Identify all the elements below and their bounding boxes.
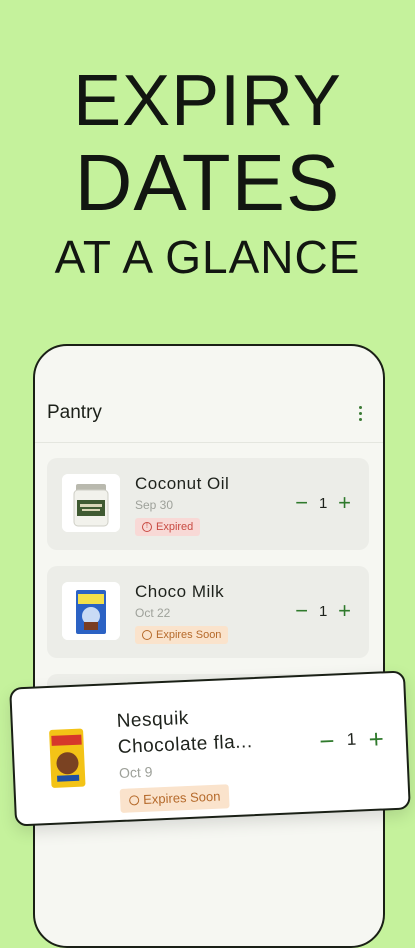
status-badge-expires-soon: Expires Soon: [135, 626, 229, 644]
promo-headline: EXPIRY DATES AT A GLANCE: [0, 62, 415, 284]
headline-line-2: DATES: [74, 138, 341, 227]
increment-button[interactable]: +: [338, 492, 351, 514]
app-header: Pantry: [35, 346, 383, 443]
increment-button[interactable]: +: [338, 600, 351, 622]
pantry-item-nesquik[interactable]: Nesquik Chocolate fla... Oct 9 Expires S…: [9, 670, 411, 827]
decrement-button[interactable]: −: [295, 492, 308, 514]
item-name: Nesquik Chocolate fla...: [116, 702, 288, 761]
pantry-item-coconut-oil[interactable]: Coconut Oil Sep 30 ! Expired − 1 +: [47, 458, 369, 550]
decrement-button[interactable]: −: [295, 600, 308, 622]
quantity-stepper: − 1 +: [295, 492, 351, 514]
headline-line-1: EXPIRY: [73, 61, 342, 141]
item-name: Choco Milk: [135, 582, 225, 601]
quantity-stepper: − 1 +: [319, 723, 385, 757]
pantry-item-choco-milk[interactable]: Choco Milk Oct 22 Expires Soon − 1 +: [47, 566, 369, 658]
page-title: Pantry: [47, 402, 102, 423]
quantity-value: 1: [346, 729, 357, 750]
phone-frame: Pantry Coconut Oil Sep 30 ! Expired − 1 …: [33, 344, 385, 948]
clock-icon: [128, 795, 140, 806]
product-image-nesquik: [30, 721, 104, 795]
quantity-value: 1: [318, 602, 328, 620]
status-label: Expired: [156, 521, 194, 533]
item-name: Coconut Oil: [135, 474, 230, 493]
alert-circle-icon: !: [142, 522, 152, 532]
status-badge-expires-soon: Expires Soon: [119, 784, 230, 813]
headline-line-3: AT A GLANCE: [54, 231, 361, 283]
product-image-coconut-oil: [62, 474, 120, 532]
quantity-value: 1: [318, 494, 328, 512]
item-date: Oct 22: [135, 606, 171, 620]
quantity-stepper: − 1 +: [295, 600, 351, 622]
item-date: Sep 30: [135, 498, 174, 512]
kebab-menu-icon[interactable]: [359, 406, 363, 421]
product-image-choco-milk: [62, 582, 120, 640]
clock-icon: [142, 630, 152, 640]
increment-button[interactable]: +: [368, 723, 384, 754]
status-label: Expires Soon: [142, 788, 221, 807]
item-date: Oct 9: [118, 763, 153, 781]
decrement-button[interactable]: −: [319, 726, 335, 757]
status-label: Expires Soon: [156, 629, 222, 641]
status-badge-expired: ! Expired: [135, 518, 201, 536]
